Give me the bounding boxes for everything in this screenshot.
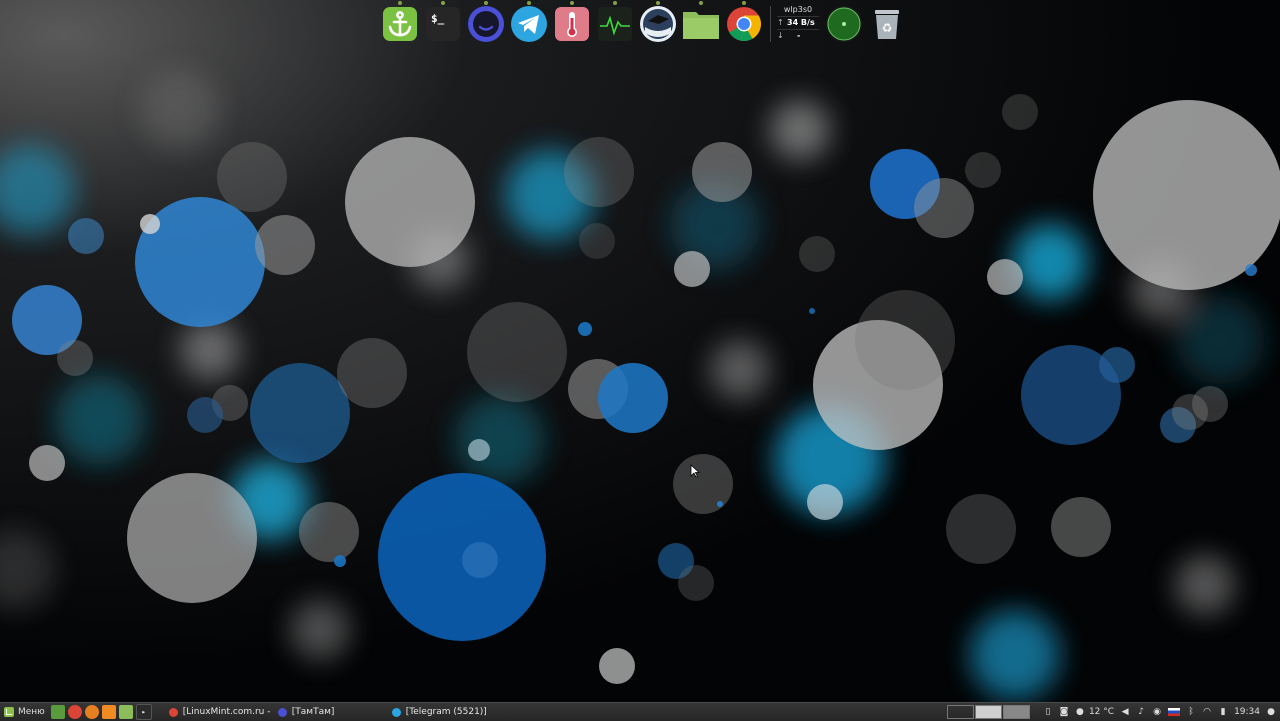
running-indicator [656, 1, 660, 5]
firefox-launcher-icon[interactable] [84, 705, 99, 719]
telegram-icon [511, 6, 547, 42]
window-list-icon[interactable]: ▯ [1043, 707, 1053, 717]
clock[interactable]: 19:34 [1234, 707, 1260, 717]
system-monitor-icon [598, 7, 632, 41]
running-indicator [742, 1, 746, 5]
running-indicator [527, 1, 531, 5]
keyboard-layout-flag-icon[interactable] [1168, 708, 1181, 716]
dock-item-radar[interactable] [825, 4, 863, 44]
chrome-launcher-icon[interactable] [67, 705, 82, 719]
dock-item-terminal[interactable]: $_ [424, 1, 462, 44]
upload-arrow-icon: ↑ [777, 18, 784, 27]
files-launcher-icon[interactable] [118, 705, 133, 719]
terminal-launcher-icon[interactable]: ▸ [135, 704, 152, 720]
dock-item-files[interactable] [682, 1, 720, 44]
task-label: [Telegram (5521)] [405, 707, 487, 717]
taskbar-panel: Меню ▸ [LinuxMint.com.ru - Н... [ТамТам]… [0, 702, 1280, 721]
svg-text:♻: ♻ [882, 21, 893, 35]
desktop-wallpaper [0, 0, 1280, 702]
task-tamtam[interactable]: [ТамТам] [274, 704, 384, 720]
menu-button[interactable]: Меню [0, 703, 51, 721]
editor-launcher-icon[interactable] [101, 705, 116, 719]
dock-item-tamtam[interactable] [467, 1, 505, 44]
download-arrow-icon: ↓ [777, 31, 784, 40]
task-label: [ТамТам] [291, 707, 335, 717]
menu-label: Меню [18, 707, 45, 717]
user-menu-icon[interactable]: ● [1266, 707, 1276, 717]
temperature: 12 °C [1088, 707, 1115, 717]
chrome-icon [168, 707, 178, 717]
running-indicator [699, 1, 703, 5]
mintupdate-icon [640, 6, 676, 42]
running-indicator [613, 1, 617, 5]
notifications-icon[interactable]: ♪ [1136, 707, 1146, 717]
upload-speed: 34 B/s [787, 18, 815, 27]
running-indicator [570, 1, 574, 5]
network-interface-name: wlp3s0 [783, 5, 813, 14]
dock: $_ wlp3s0 ↑ 34 B/s ↓ - ♻ [381, 1, 911, 46]
workspace-3[interactable] [1002, 705, 1030, 719]
files-icon [683, 12, 719, 39]
workspace-2[interactable] [974, 705, 1002, 719]
show-desktop-icon[interactable] [50, 705, 65, 719]
terminal-icon: $_ [426, 7, 460, 41]
svg-text:$_: $_ [431, 12, 445, 25]
running-indicator [441, 1, 445, 5]
screenshot-icon[interactable]: ◙ [1059, 707, 1069, 717]
download-speed: - [797, 31, 801, 40]
tamtam-icon [468, 6, 504, 42]
running-indicator [484, 1, 488, 5]
anchor-icon [383, 7, 417, 41]
dock-separator [770, 6, 771, 42]
battery-icon[interactable]: ▮ [1218, 707, 1228, 717]
weather-icon[interactable]: ● [1075, 707, 1085, 717]
volume-icon[interactable]: ◀ [1120, 707, 1130, 717]
trash-icon: ♻ [875, 10, 899, 39]
task-label: [LinuxMint.com.ru - Н... [182, 707, 270, 717]
update-manager-icon[interactable]: ◉ [1152, 707, 1162, 717]
chrome-icon [727, 7, 761, 41]
wifi-icon[interactable]: ◠ [1202, 707, 1212, 717]
workspace-1[interactable] [946, 705, 974, 719]
running-indicator [398, 1, 402, 5]
network-monitor-applet[interactable]: wlp3s0 ↑ 34 B/s ↓ - [777, 4, 819, 46]
tamtam-icon [277, 707, 287, 717]
dock-item-thermometer[interactable] [553, 1, 591, 44]
dock-item-mintupdate[interactable] [639, 1, 677, 44]
bluetooth-icon[interactable]: ᛒ [1186, 707, 1196, 717]
task-telegram[interactable]: [Telegram (5521)] [388, 704, 498, 720]
dock-item-chrome[interactable] [725, 1, 763, 44]
dock-item-trash[interactable]: ♻ [868, 4, 906, 44]
telegram-icon [391, 707, 401, 717]
radar-icon [826, 6, 862, 42]
thermometer-icon [555, 7, 589, 41]
task-chrome[interactable]: [LinuxMint.com.ru - Н... [165, 704, 270, 720]
mint-logo-icon [4, 707, 14, 717]
dock-item-system-monitor[interactable] [596, 1, 634, 44]
dock-item-telegram[interactable] [510, 1, 548, 44]
dock-item-anchor[interactable] [381, 1, 419, 44]
mouse-pointer-icon [690, 464, 700, 478]
